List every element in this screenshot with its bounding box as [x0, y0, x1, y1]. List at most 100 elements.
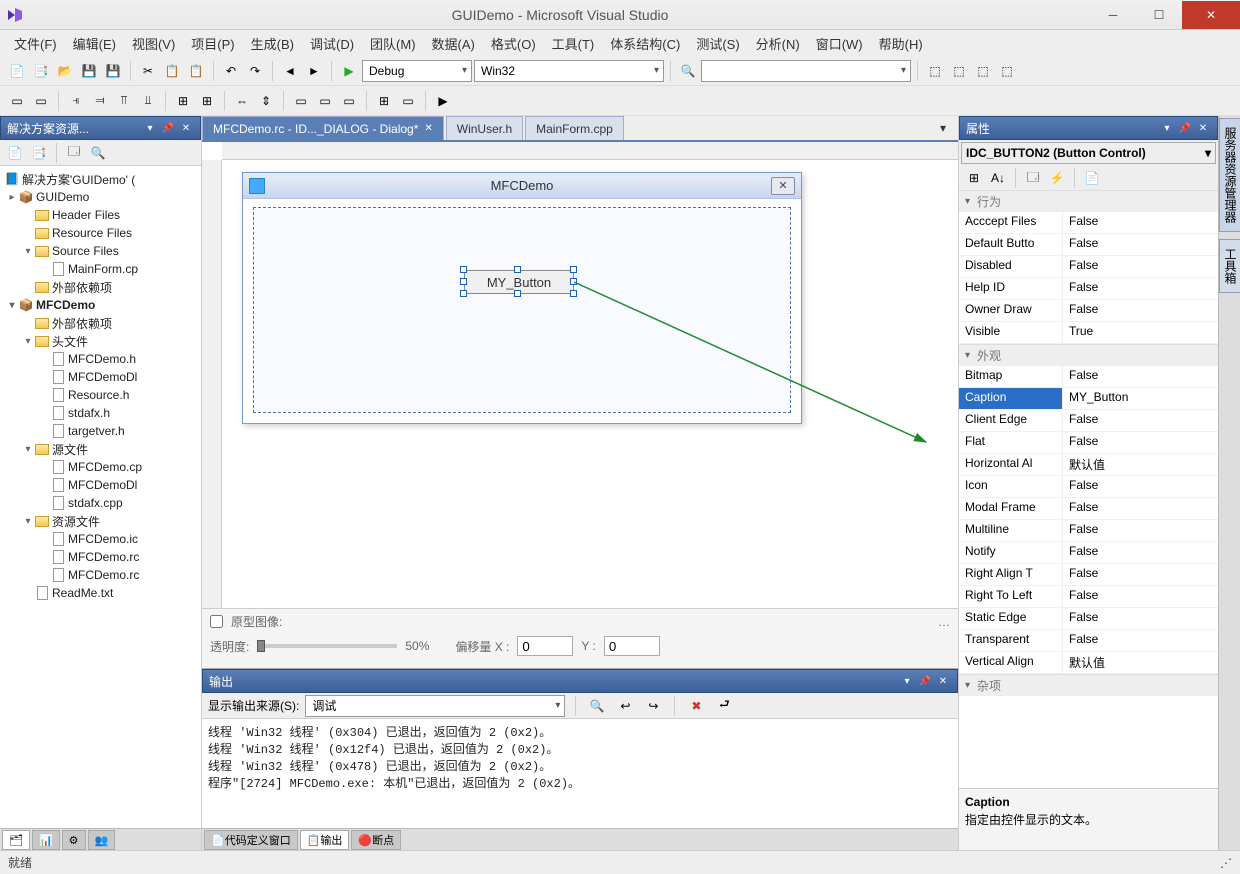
output-clear-icon[interactable]: ✖ — [685, 695, 707, 717]
tree-item[interactable]: MFCDemo.rc — [0, 566, 201, 584]
team-tab[interactable]: 👥 — [88, 830, 116, 850]
property-row[interactable]: Static EdgeFalse — [959, 608, 1218, 630]
class-view-tab[interactable]: 📊 — [32, 830, 60, 850]
tree-item[interactable]: Resource Files — [0, 224, 201, 242]
property-row[interactable]: Client EdgeFalse — [959, 410, 1218, 432]
close-button[interactable]: ✕ — [1182, 1, 1240, 29]
dialog-close-icon[interactable]: ✕ — [771, 177, 795, 195]
property-value[interactable]: False — [1063, 542, 1218, 563]
menu-item[interactable]: 视图(V) — [124, 31, 183, 56]
menu-item[interactable]: 生成(B) — [243, 31, 302, 56]
menu-item[interactable]: 工具(T) — [544, 31, 603, 56]
tb-icon-3[interactable]: ⬚ — [972, 60, 994, 82]
prop-categorized-icon[interactable]: ⊞ — [963, 167, 985, 189]
menu-item[interactable]: 编辑(E) — [65, 31, 124, 56]
prop-alpha-icon[interactable]: A↓ — [987, 167, 1009, 189]
property-row[interactable]: Right To LeftFalse — [959, 586, 1218, 608]
tree-item[interactable]: ReadMe.txt — [0, 584, 201, 602]
new-project-icon[interactable]: 📄 — [6, 60, 28, 82]
property-row[interactable]: Horizontal Al默认值 — [959, 454, 1218, 476]
property-value[interactable]: False — [1063, 300, 1218, 321]
tree-item[interactable]: stdafx.h — [0, 404, 201, 422]
same-size-icon[interactable]: ▭ — [338, 90, 360, 112]
property-row[interactable]: TransparentFalse — [959, 630, 1218, 652]
proto-image-checkbox[interactable] — [210, 615, 223, 628]
expand-icon[interactable]: ▾ — [22, 516, 34, 527]
tree-item[interactable]: ▾Source Files — [0, 242, 201, 260]
property-row[interactable]: Owner DrawFalse — [959, 300, 1218, 322]
center-h-icon[interactable]: ⊞ — [172, 90, 194, 112]
expand-icon[interactable]: ▾ — [22, 336, 34, 347]
output-text[interactable]: 线程 'Win32 线程' (0x304) 已退出，返回值为 2 (0x2)。 … — [202, 719, 958, 828]
output-source-combo[interactable]: 调试 — [305, 695, 565, 717]
tree-item[interactable]: ▾源文件 — [0, 440, 201, 458]
tree-item[interactable]: 外部依赖项 — [0, 278, 201, 296]
property-value[interactable]: False — [1063, 278, 1218, 299]
output-close-icon[interactable]: ✕ — [935, 673, 951, 689]
property-value[interactable]: False — [1063, 212, 1218, 233]
config-combo[interactable]: Debug — [362, 60, 472, 82]
maximize-button[interactable]: ☐ — [1136, 1, 1182, 29]
add-item-icon[interactable]: 📑 — [30, 60, 52, 82]
solution-tree[interactable]: 📘 解决方案'GUIDemo' ( ▸📦GUIDemoHeader FilesR… — [0, 166, 201, 828]
property-row[interactable]: Help IDFalse — [959, 278, 1218, 300]
menu-item[interactable]: 分析(N) — [748, 31, 808, 56]
menu-item[interactable]: 数据(A) — [424, 31, 483, 56]
output-prev-icon[interactable]: ↩ — [614, 695, 636, 717]
solution-tb-icon-1[interactable]: 📄 — [4, 142, 26, 164]
menu-item[interactable]: 调试(D) — [302, 31, 362, 56]
prop-category[interactable]: ▾行为 — [959, 190, 1218, 212]
prop-dropdown-icon[interactable]: ▾ — [1159, 120, 1175, 136]
property-value[interactable]: MY_Button — [1063, 388, 1218, 409]
prop-close-icon[interactable]: ✕ — [1195, 120, 1211, 136]
output-find-icon[interactable]: 🔍 — [586, 695, 608, 717]
expand-icon[interactable]: ▾ — [22, 444, 34, 455]
property-mgr-tab[interactable]: ⚙ — [62, 830, 86, 850]
property-value[interactable]: False — [1063, 498, 1218, 519]
tb-icon-4[interactable]: ⬚ — [996, 60, 1018, 82]
prop-category[interactable]: ▾外观 — [959, 344, 1218, 366]
guides-icon[interactable]: ▭ — [397, 90, 419, 112]
category-expand-icon[interactable]: ▾ — [965, 196, 977, 207]
property-row[interactable]: Acccept FilesFalse — [959, 212, 1218, 234]
tree-item[interactable]: ▸📦GUIDemo — [0, 188, 201, 206]
menu-item[interactable]: 窗口(W) — [808, 31, 871, 56]
resize-grip-icon[interactable]: ⋰ — [1220, 856, 1232, 870]
dialog-preview[interactable]: MFCDemo ✕ MY_Button — [242, 172, 802, 424]
output-next-icon[interactable]: ↪ — [642, 695, 664, 717]
menu-item[interactable]: 项目(P) — [183, 31, 242, 56]
output-dropdown-icon[interactable]: ▾ — [899, 673, 915, 689]
tree-item[interactable]: MFCDemo.h — [0, 350, 201, 368]
menu-item[interactable]: 测试(S) — [688, 31, 747, 56]
output-pin-icon[interactable]: 📌 — [917, 673, 933, 689]
align-top-icon[interactable]: ⫪ — [113, 90, 135, 112]
tree-item[interactable]: ▾头文件 — [0, 332, 201, 350]
prop-pin-icon[interactable]: 📌 — [1177, 120, 1193, 136]
save-icon[interactable]: 💾 — [78, 60, 100, 82]
same-height-icon[interactable]: ▭ — [314, 90, 336, 112]
prop-object-selector[interactable]: IDC_BUTTON2 (Button Control)▾ — [961, 142, 1216, 164]
panel-dropdown-icon[interactable]: ▾ — [142, 120, 158, 136]
cut-icon[interactable]: ✂ — [137, 60, 159, 82]
nav-fwd-icon[interactable]: ► — [303, 60, 325, 82]
undo-icon[interactable]: ↶ — [220, 60, 242, 82]
property-value[interactable]: False — [1063, 608, 1218, 629]
menu-item[interactable]: 文件(F) — [6, 31, 65, 56]
property-row[interactable]: Modal FrameFalse — [959, 498, 1218, 520]
property-value[interactable]: False — [1063, 432, 1218, 453]
redo-icon[interactable]: ↷ — [244, 60, 266, 82]
find-combo[interactable] — [701, 60, 911, 82]
opacity-slider[interactable] — [257, 644, 397, 648]
tb-icon-2[interactable]: ⬚ — [948, 60, 970, 82]
tree-item[interactable]: Resource.h — [0, 386, 201, 404]
align-bottom-icon[interactable]: ⫫ — [137, 90, 159, 112]
property-row[interactable]: Default ButtoFalse — [959, 234, 1218, 256]
save-all-icon[interactable]: 💾 — [102, 60, 124, 82]
show-all-icon[interactable]: 🔍 — [87, 142, 109, 164]
property-value[interactable]: False — [1063, 630, 1218, 651]
panel-pin-icon[interactable]: 📌 — [160, 120, 176, 136]
menu-item[interactable]: 帮助(H) — [871, 31, 931, 56]
proto-browse-icon[interactable]: … — [938, 615, 950, 629]
tab-close-icon[interactable]: ✕ — [424, 123, 432, 134]
align-left-icon[interactable]: ⫣ — [65, 90, 87, 112]
